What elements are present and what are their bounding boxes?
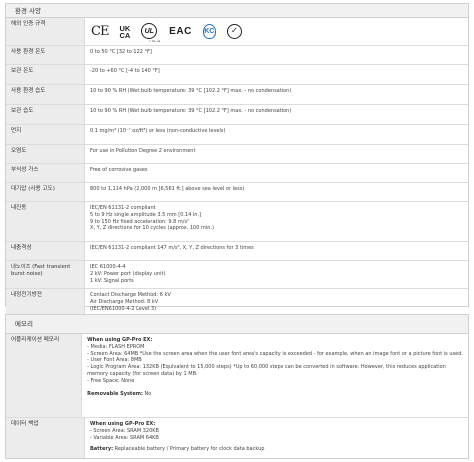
spec-row-dust: 먼지 0.1 mg/m³ (10⁻⁷ oz/ft³) or less (non-… (6, 125, 468, 145)
spec-value: For use in Pollution Degree 2 environmen… (90, 148, 196, 154)
spec-value: When using GP-Pro EX: - Screen Area: SRA… (90, 421, 265, 453)
spec-row-certifications: 해외 인증 규격 CE UK CA UL c UL us EAC KC ✓ (6, 18, 468, 46)
spec-value: IEC/EN 61131-2 compliant 5 to 9 Hz singl… (90, 205, 214, 232)
ce-mark-icon: CE (91, 23, 109, 39)
spec-value: IEC 61000-4-4 2 kV: Power port (display … (90, 264, 166, 284)
rcm-mark-icon: ✓ (226, 24, 242, 39)
spec-row-operating-temperature: 사용 환경 온도 0 to 50 °C [32 to 122 °F] (6, 46, 468, 65)
spec-row-data-backup: 데이터 백업 When using GP-Pro EX: - Screen Ar… (6, 418, 468, 458)
spec-label: 어플리케이션 메모리 (6, 334, 83, 417)
spec-label: 데이터 백업 (6, 418, 85, 458)
spec-value: 800 to 1,114 hPa (2,000 m [6,561 ft.] ab… (90, 186, 245, 192)
spec-value: IEC/EN 61131-2 compliant 147 m/s², X, Y,… (90, 245, 254, 251)
spec-label: 내충격성 (6, 242, 85, 260)
ukca-mark-icon: UK CA (119, 23, 131, 40)
spec-row-noise-immunity: 내노이즈 (Fast transient burst noise) IEC 61… (6, 261, 468, 289)
spec-row-storage-humidity: 보관 습도 10 to 90 % RH (Wet bulb temperatur… (6, 105, 468, 125)
eac-mark-icon: EAC (169, 25, 192, 37)
spec-value: -20 to +60 °C [-4 to 140 °F] (90, 68, 160, 74)
environment-spec-panel: 환경 사양 해외 인증 규격 CE UK CA UL c UL us EAC KC… (5, 3, 469, 318)
spec-value: When using GP-Pro EX: - Media: FLASH EPR… (87, 337, 463, 398)
spec-label: 내노이즈 (Fast transient burst noise) (6, 261, 85, 288)
spec-label: 사용 환경 습도 (6, 85, 85, 104)
spec-row-application-memory: 어플리케이션 메모리 When using GP-Pro EX: - Media… (6, 334, 468, 418)
spec-row-corrosive-gas: 부식성 가스 Free of corrosive gases (6, 164, 468, 183)
spec-label: 사용 환경 온도 (6, 46, 85, 64)
cul-us-mark-icon: UL c UL us (141, 20, 160, 43)
spec-label: 내진동 (6, 202, 85, 241)
spec-value: 10 to 90 % RH (Wet bulb temperature: 39 … (90, 88, 292, 94)
spec-label: 오염도 (6, 145, 85, 163)
spec-label: 해외 인증 규격 (6, 18, 85, 45)
spec-value: 0 to 50 °C [32 to 122 °F] (90, 49, 152, 55)
kc-mark-icon: KC (202, 24, 216, 39)
spec-label: 보관 습도 (6, 105, 85, 124)
spec-value: 0.1 mg/m³ (10⁻⁷ oz/ft³) or less (non-con… (90, 128, 226, 134)
spec-label: 대기압 (사용 고도) (6, 183, 85, 201)
spec-row-storage-temperature: 보관 온도 -20 to +60 °C [-4 to 140 °F] (6, 65, 468, 85)
spec-label: 보관 온도 (6, 65, 85, 84)
certification-marks: CE UK CA UL c UL us EAC KC ✓ (85, 18, 468, 45)
spec-value: 10 to 90 % RH (Wet bulb temperature: 39 … (90, 108, 292, 114)
memory-spec-panel: 메모리 어플리케이션 메모리 When using GP-Pro EX: - M… (5, 314, 469, 459)
spec-row-atmospheric-pressure: 대기압 (사용 고도) 800 to 1,114 hPa (2,000 m [6… (6, 183, 468, 202)
spec-row-pollution-degree: 오염도 For use in Pollution Degree 2 enviro… (6, 145, 468, 164)
panel-title: 메모리 (6, 315, 468, 334)
spec-value: Free of corrosive gases (90, 167, 148, 173)
spec-row-shock: 내충격성 IEC/EN 61131-2 compliant 147 m/s², … (6, 242, 468, 261)
spec-row-vibration: 내진동 IEC/EN 61131-2 compliant 5 to 9 Hz s… (6, 202, 468, 242)
spec-label: 부식성 가스 (6, 164, 85, 182)
spec-label: 먼지 (6, 125, 85, 144)
spec-row-operating-humidity: 사용 환경 습도 10 to 90 % RH (Wet bulb tempera… (6, 85, 468, 105)
panel-title: 환경 사양 (6, 4, 468, 18)
